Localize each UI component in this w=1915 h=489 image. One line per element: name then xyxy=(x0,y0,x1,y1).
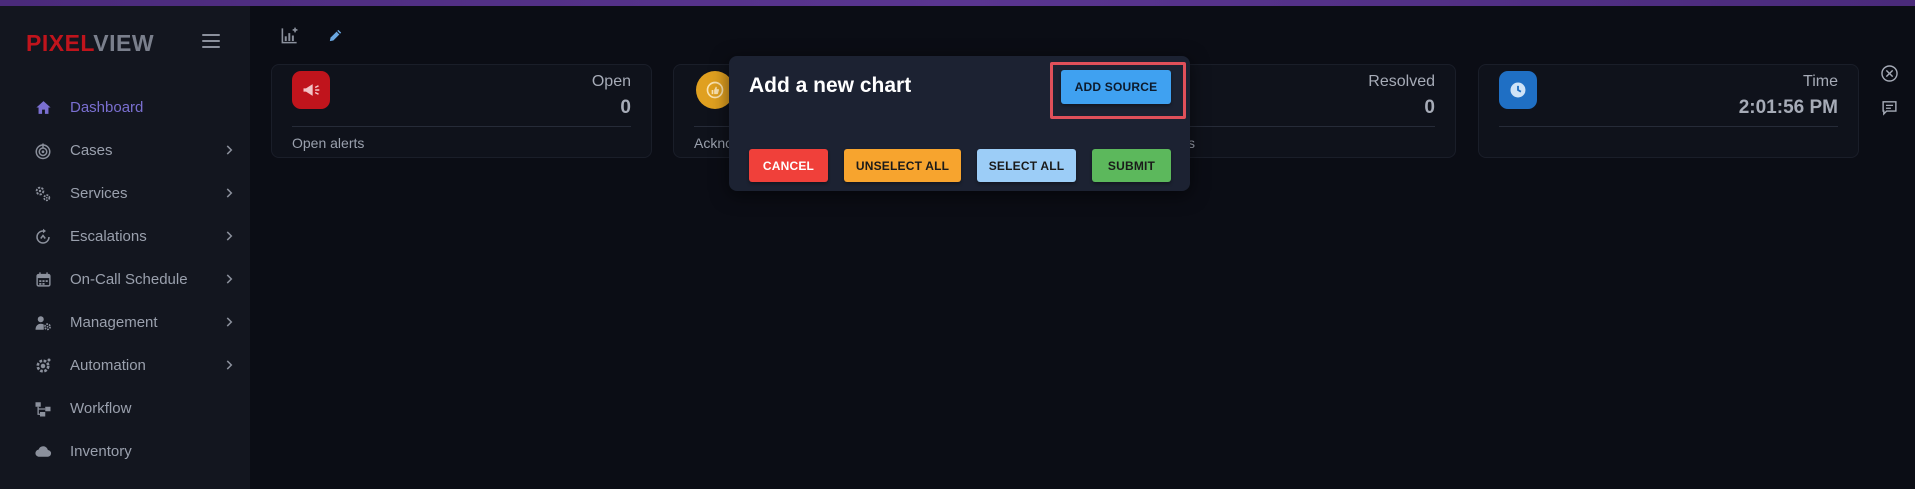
cloud-icon xyxy=(34,443,52,461)
add-source-button[interactable]: ADD SOURCE xyxy=(1061,70,1171,104)
sidebar-item-label: Automation xyxy=(70,357,146,374)
logo-text-primary: PIXEL xyxy=(26,30,94,56)
sidebar-item-cases[interactable]: Cases xyxy=(0,129,250,172)
add-chart-icon[interactable] xyxy=(278,24,300,46)
app-logo[interactable]: PIXELVIEW xyxy=(26,30,154,57)
sidebar: PIXELVIEW Dashboard Cases Services Escal… xyxy=(0,6,250,489)
sidebar-item-label: Dashboard xyxy=(70,99,144,116)
chevron-right-icon xyxy=(222,315,236,329)
gears-icon xyxy=(34,185,52,203)
edit-pencil-icon[interactable] xyxy=(324,24,346,46)
sidebar-item-automation[interactable]: Automation xyxy=(0,344,250,387)
card-label: Resolved xyxy=(1368,73,1435,90)
escalation-icon xyxy=(34,228,52,246)
megaphone-icon xyxy=(292,71,330,109)
sidebar-item-on-call-schedule[interactable]: On-Call Schedule xyxy=(0,258,250,301)
chevron-right-icon xyxy=(222,186,236,200)
sidebar-item-label: Inventory xyxy=(70,443,132,460)
card-value: 0 xyxy=(1424,97,1435,118)
top-accent-bar xyxy=(0,0,1915,6)
hamburger-menu-icon[interactable] xyxy=(202,34,220,50)
gear-icon xyxy=(34,357,52,375)
comment-icon[interactable] xyxy=(1879,97,1899,117)
card-divider xyxy=(1499,126,1838,127)
home-icon xyxy=(34,99,52,117)
stat-card-open: Open 0 Open alerts xyxy=(271,64,652,158)
stat-card-time: Time 2:01:56 PM xyxy=(1478,64,1859,158)
sidebar-item-inventory[interactable]: Inventory xyxy=(0,430,250,473)
card-label: Time xyxy=(1803,73,1838,90)
sidebar-item-workflow[interactable]: Workflow xyxy=(0,387,250,430)
sidebar-item-escalations[interactable]: Escalations xyxy=(0,215,250,258)
chevron-right-icon xyxy=(222,143,236,157)
cancel-button[interactable]: CANCEL xyxy=(749,149,828,182)
card-value: 0 xyxy=(620,97,631,118)
card-footer: Open alerts xyxy=(292,135,365,151)
clock-icon xyxy=(1499,71,1537,109)
sidebar-item-label: On-Call Schedule xyxy=(70,271,188,288)
sidebar-item-label: Services xyxy=(70,185,128,202)
sidebar-nav: Dashboard Cases Services Escalations On-… xyxy=(0,86,250,473)
sidebar-item-label: Management xyxy=(70,314,158,331)
user-gear-icon xyxy=(34,314,52,332)
sidebar-item-dashboard[interactable]: Dashboard xyxy=(0,86,250,129)
close-circle-icon[interactable] xyxy=(1879,63,1899,83)
card-value: 2:01:56 PM xyxy=(1738,97,1838,118)
dialog-title: Add a new chart xyxy=(749,74,912,97)
card-divider xyxy=(292,126,631,127)
sidebar-item-label: Escalations xyxy=(70,228,147,245)
add-chart-dialog: Add a new chart ADD SOURCE CANCEL UNSELE… xyxy=(729,56,1190,191)
unselect-all-button[interactable]: UNSELECT ALL xyxy=(844,149,961,182)
card-footer: Ackno xyxy=(694,135,733,151)
calendar-icon xyxy=(34,271,52,289)
sidebar-item-management[interactable]: Management xyxy=(0,301,250,344)
chevron-right-icon xyxy=(222,272,236,286)
target-icon xyxy=(34,142,52,160)
workflow-icon xyxy=(34,400,52,418)
card-label: Open xyxy=(591,73,631,90)
sidebar-item-label: Cases xyxy=(70,142,113,159)
chevron-right-icon xyxy=(222,358,236,372)
logo-text-secondary: VIEW xyxy=(93,30,155,56)
sidebar-item-label: Workflow xyxy=(70,400,132,417)
sidebar-item-services[interactable]: Services xyxy=(0,172,250,215)
select-all-button[interactable]: SELECT ALL xyxy=(977,149,1076,182)
submit-button[interactable]: SUBMIT xyxy=(1092,149,1171,182)
chevron-right-icon xyxy=(222,229,236,243)
